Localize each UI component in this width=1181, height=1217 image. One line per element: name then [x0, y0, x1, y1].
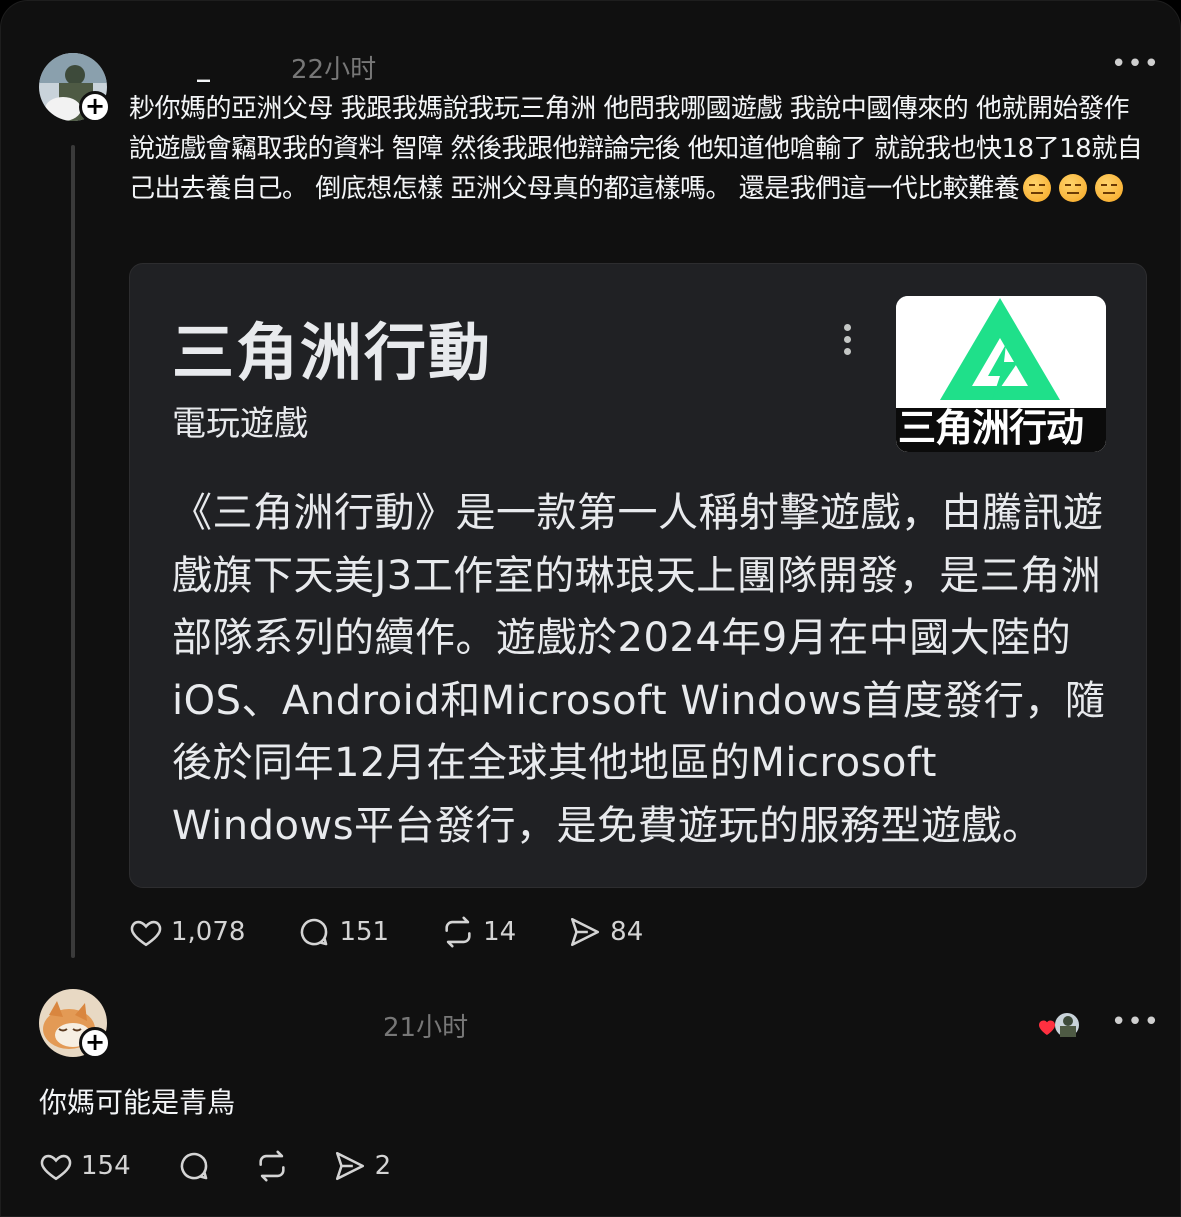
share-count: 84: [610, 917, 644, 947]
card-subtitle: 電玩遊戲: [172, 404, 308, 444]
like-count: 154: [81, 1151, 131, 1181]
reply-actions: 154 2: [39, 1149, 443, 1183]
like-button[interactable]: 154: [39, 1149, 131, 1183]
share-icon: [335, 1151, 364, 1181]
reply-body: 你媽可能是青鳥: [39, 1086, 236, 1119]
post-text: 耖你媽的亞洲父母 我跟我媽說我玩三角洲 他問我哪國遊戲 我說中國傳來的 他就開始…: [129, 94, 1143, 204]
post-more-icon[interactable]: •••: [1111, 49, 1160, 79]
follow-plus-icon[interactable]: +: [79, 91, 111, 123]
heart-icon: [130, 920, 162, 947]
comment-icon: [301, 918, 328, 946]
repost-button[interactable]: [255, 1149, 289, 1183]
expressionless-face-icon: [1059, 174, 1088, 202]
reply-more-icon[interactable]: •••: [1111, 1007, 1160, 1037]
expressionless-face-icon: [1095, 174, 1124, 202]
card-more-icon[interactable]: [840, 324, 854, 364]
share-count: 2: [374, 1151, 392, 1181]
game-logo-text: 三角洲行动: [898, 406, 1084, 450]
author-liked-indicator: [1037, 1011, 1083, 1039]
post-actions: 1,078 151 14 84: [129, 915, 695, 949]
comment-button[interactable]: 151: [297, 915, 389, 949]
follow-plus-icon[interactable]: +: [79, 1027, 111, 1059]
thread-line: [71, 145, 75, 958]
heart-icon: [40, 1154, 72, 1181]
repost-icon: [445, 916, 471, 948]
repost-icon: [259, 1150, 285, 1182]
card-description: 《三角洲行動》是一款第一人稱射擊遊戲，由騰訊遊戲旗下天美J3工作室的琳琅天上團隊…: [172, 490, 1106, 849]
like-button[interactable]: 1,078: [129, 915, 245, 949]
post-author-username[interactable]: _: [197, 53, 210, 83]
post-body: 耖你媽的亞洲父母 我跟我媽說我玩三角洲 他問我哪國遊戲 我說中國傳來的 他就開始…: [129, 89, 1159, 209]
expressionless-face-icon: [1023, 174, 1052, 202]
repost-button[interactable]: 14: [441, 915, 516, 949]
like-count: 1,078: [171, 917, 246, 947]
reply-timestamp: 21小时: [383, 1013, 469, 1043]
card-title: 三角洲行動: [172, 316, 493, 389]
comment-button[interactable]: [177, 1149, 211, 1183]
repost-count: 14: [483, 917, 517, 947]
thread-view: + _ 22小时 ••• 耖你媽的亞洲父母 我跟我媽說我玩三角洲 他問我哪國遊戲…: [0, 0, 1181, 1217]
game-logo-image: 三角洲行动: [896, 296, 1106, 452]
share-button[interactable]: 2: [333, 1149, 392, 1183]
share-icon: [571, 917, 600, 947]
post-timestamp: 22小时: [291, 55, 377, 85]
embedded-search-card[interactable]: 三角洲行動 電玩遊戲 三角洲行动 《三角洲行動》是一款第一人稱射擊遊戲，由騰訊遊…: [129, 263, 1147, 888]
comment-icon: [180, 1152, 207, 1180]
share-button[interactable]: 84: [568, 915, 643, 949]
comment-count: 151: [339, 917, 390, 947]
